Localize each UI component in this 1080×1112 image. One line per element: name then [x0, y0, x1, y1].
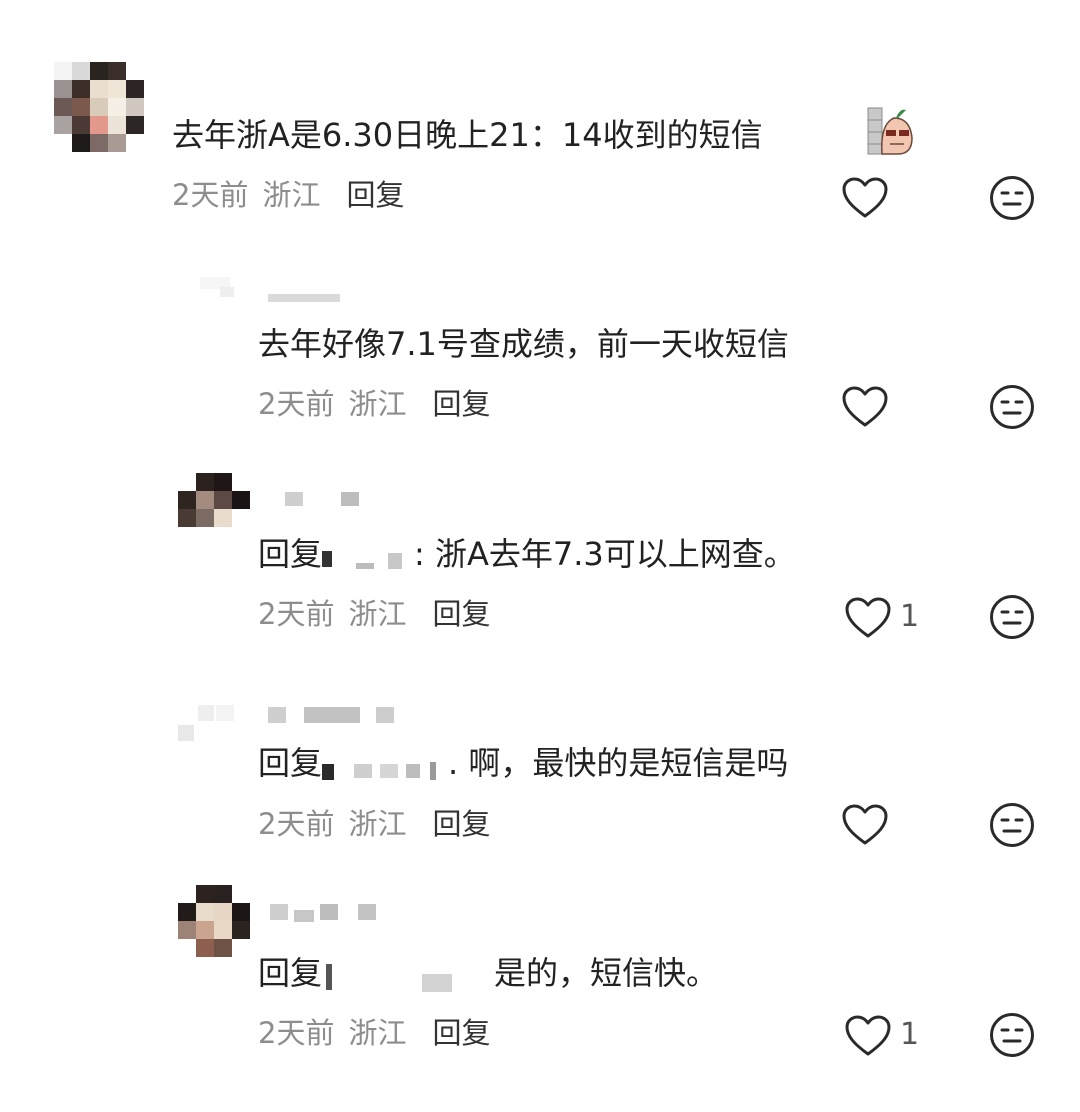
- neutral-face-icon[interactable]: [989, 802, 1035, 848]
- reply-button[interactable]: 回复: [432, 807, 490, 841]
- reply-button[interactable]: 回复: [432, 1016, 490, 1050]
- reply-prefix: 回复: [258, 535, 323, 573]
- heart-outline-icon[interactable]: [844, 596, 892, 640]
- user-name: [268, 705, 398, 725]
- comment-location: 浙江: [348, 807, 407, 841]
- comment-meta: 2天前 浙江 回复: [258, 596, 490, 632]
- comment-meta: 2天前 浙江 回复: [258, 1015, 490, 1051]
- comment-meta: 2天前 浙江 回复: [258, 806, 490, 842]
- neutral-face-icon[interactable]: [989, 384, 1035, 430]
- reply-button[interactable]: 回复: [432, 597, 490, 631]
- comment-time: 2天前: [258, 1016, 335, 1050]
- comment-location: 浙江: [348, 387, 407, 421]
- reply-prefix: 回复: [258, 744, 323, 782]
- avatar[interactable]: [54, 62, 144, 152]
- comment-text: 回复 : 浙A去年7.3可以上网查。: [258, 534, 796, 574]
- reply-text: : 浙A去年7.3可以上网查。: [414, 535, 796, 573]
- neutral-face-icon[interactable]: [989, 175, 1035, 221]
- heart-outline-icon[interactable]: [844, 1014, 892, 1058]
- neutral-face-icon[interactable]: [989, 1012, 1035, 1058]
- comment-text: 去年浙A是6.30日晚上21：14收到的短信: [172, 116, 763, 154]
- mentioned-user-blur: [322, 960, 494, 992]
- comment-time: 2天前: [258, 387, 335, 421]
- comment-time: 2天前: [258, 597, 335, 631]
- avatar[interactable]: [178, 705, 248, 745]
- cartoon-peach-sticker: [867, 107, 913, 155]
- reply-text: 是的，短信快。: [494, 954, 719, 992]
- mentioned-user-blur: [322, 541, 414, 571]
- like-count: 1: [900, 599, 920, 634]
- reply-button[interactable]: 回复: [346, 178, 404, 212]
- comment-time: 2天前: [172, 178, 249, 212]
- comment-meta: 2天前 浙江 回复: [172, 177, 404, 213]
- comment-text: 回复 . 啊，最快的是短信是吗: [258, 743, 788, 783]
- heart-outline-icon[interactable]: [841, 803, 889, 847]
- neutral-face-icon[interactable]: [989, 594, 1035, 640]
- reply-button[interactable]: 回复: [432, 387, 490, 421]
- mentioned-user-blur: [322, 750, 448, 780]
- user-name: [285, 490, 365, 510]
- reply-text: . 啊，最快的是短信是吗: [448, 744, 789, 782]
- comment-text: 回复 是的，短信快。: [258, 953, 718, 993]
- user-name: [270, 902, 380, 928]
- comment-location: 浙江: [348, 597, 407, 631]
- comment-time: 2天前: [258, 807, 335, 841]
- comment-meta: 2天前 浙江 回复: [258, 386, 490, 422]
- like-count: 1: [900, 1017, 920, 1052]
- comment-location: 浙江: [262, 178, 321, 212]
- avatar[interactable]: [178, 473, 250, 527]
- avatar[interactable]: [190, 265, 260, 305]
- comment-text: 去年好像7.1号查成绩，前一天收短信: [258, 325, 789, 363]
- heart-outline-icon[interactable]: [841, 176, 889, 220]
- comment-location: 浙江: [348, 1016, 407, 1050]
- avatar[interactable]: [178, 885, 250, 957]
- user-name: [268, 288, 348, 308]
- reply-prefix: 回复: [258, 954, 323, 992]
- heart-outline-icon[interactable]: [841, 385, 889, 429]
